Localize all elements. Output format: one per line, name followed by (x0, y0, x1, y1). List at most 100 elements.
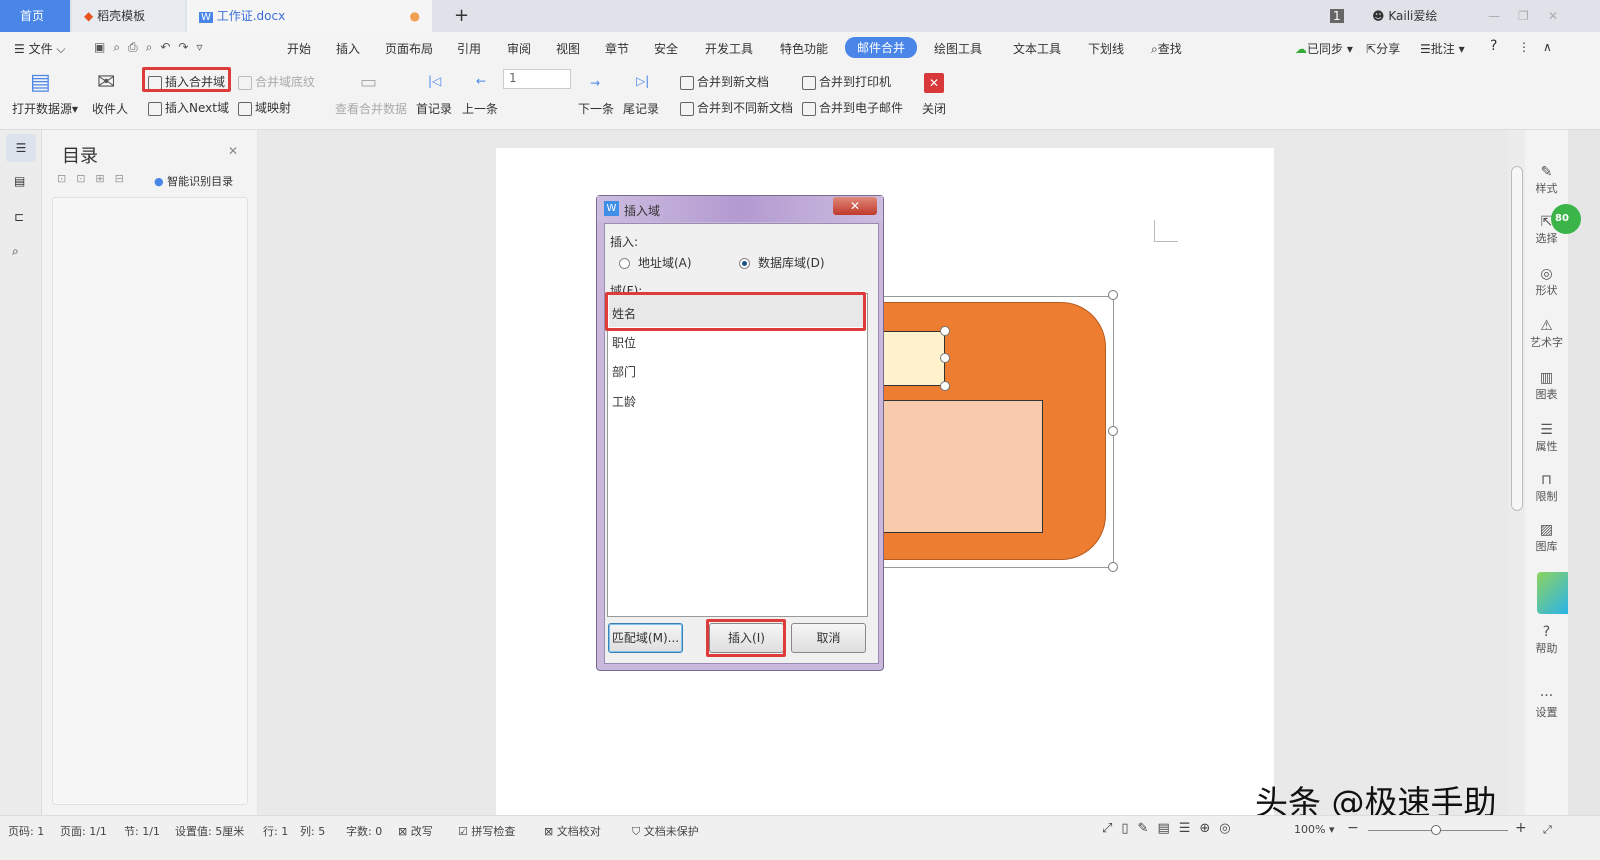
field-item[interactable]: 部门 (612, 363, 636, 380)
merge-to-new-doc-button[interactable]: 合并到新文档 (680, 73, 769, 90)
status-words[interactable]: 字数: 0 (346, 823, 382, 839)
fields-list[interactable]: 姓名 职位 部门 工龄 (607, 293, 868, 617)
sidebar-shapes[interactable]: ◎ 形状 (1525, 266, 1568, 298)
radio-database-field[interactable]: 数据库域(D) (739, 254, 825, 271)
protection-status[interactable]: ⛉ 文档未保护 (632, 823, 699, 839)
tab-home[interactable]: 首页 (0, 0, 70, 32)
close-window-button[interactable]: ✕ (1548, 0, 1558, 32)
cancel-button[interactable]: 取消 (791, 623, 866, 653)
unsaved-dot-icon: ● (409, 9, 420, 23)
sidebar-help[interactable]: ? 帮助 (1525, 624, 1568, 656)
toc-panel: 目录 ✕ ⊡⊡⊞⊟ ● 智能识别目录 (42, 130, 257, 815)
open-data-source-button[interactable]: 打开数据源▾ (12, 100, 78, 117)
sidebar-properties[interactable]: ☰ 属性 (1525, 422, 1568, 454)
zoom-slider-thumb[interactable] (1431, 825, 1441, 835)
app-promo-icon[interactable] (1537, 572, 1568, 614)
prev-record-button[interactable]: 上一条 (462, 100, 498, 117)
insert-next-field-button[interactable]: 插入Next域 (148, 99, 229, 116)
zoom-out-button[interactable]: − (1347, 820, 1359, 836)
view-merged-data-button[interactable]: 查看合并数据 (335, 100, 407, 117)
merge-to-printer-button[interactable]: 合并到打印机 (802, 73, 891, 90)
tab-label: 工作证.docx (216, 9, 286, 23)
sidebar-gallery[interactable]: ▨ 图库 (1525, 522, 1568, 554)
merge-to-different-docs-button[interactable]: 合并到不同新文档 (680, 99, 793, 116)
menu-view[interactable]: 视图 (556, 40, 580, 57)
resize-handle[interactable] (1108, 562, 1118, 572)
resize-handle[interactable] (940, 381, 950, 391)
radio-address-field[interactable]: 地址域(A) (619, 254, 692, 271)
resize-handle[interactable] (940, 353, 950, 363)
share-button[interactable]: ⇱分享 (1366, 40, 1400, 57)
sidebar-chart[interactable]: ▥ 图表 (1525, 370, 1568, 402)
new-tab-button[interactable]: + (442, 0, 469, 32)
scrollbar-thumb[interactable] (1511, 166, 1523, 511)
merge-field-shading-button[interactable]: 合并域底纹 (238, 73, 315, 90)
pages-icon[interactable]: ▤ (14, 174, 25, 188)
field-item[interactable]: 职位 (612, 334, 636, 351)
restore-button[interactable]: ❐ (1518, 0, 1529, 32)
resize-handle[interactable] (1108, 426, 1118, 436)
next-record-button[interactable]: 下一条 (578, 100, 614, 117)
menu-mail-merge[interactable]: 邮件合并 (845, 37, 918, 58)
vertical-scrollbar[interactable] (1508, 130, 1525, 815)
last-record-button[interactable]: 尾记录 (623, 100, 659, 117)
resize-handle[interactable] (1108, 290, 1118, 300)
overwrite-toggle[interactable]: ⊠ 改写 (398, 823, 433, 839)
collapse-ribbon-icon[interactable]: ∧ (1543, 40, 1552, 54)
menu-start[interactable]: 开始 (287, 40, 311, 57)
close-panel-icon[interactable]: ✕ (228, 144, 238, 158)
menu-security[interactable]: 安全 (654, 40, 678, 57)
menu-layout[interactable]: 页面布局 (385, 40, 433, 57)
sidebar-restrict[interactable]: ⊓ 限制 (1525, 472, 1568, 504)
spell-check-button[interactable]: ☑ 拼写检查 (458, 823, 515, 839)
label: 帮助 (1535, 642, 1558, 655)
fit-window-icon[interactable]: ⤢ (1543, 823, 1552, 837)
score-badge[interactable]: 80 (1551, 204, 1581, 234)
menu-insert[interactable]: 插入 (336, 40, 360, 57)
search-icon: ⌕ (1151, 42, 1158, 56)
merge-to-email-button[interactable]: 合并到电子邮件 (802, 99, 903, 116)
menu-features[interactable]: 特色功能 (780, 40, 828, 57)
tab-document[interactable]: W 工作证.docx ● (187, 0, 432, 32)
bookmark-icon[interactable]: ⊏ (14, 210, 24, 224)
close-mail-merge-button[interactable]: 关闭 (922, 100, 946, 117)
menu-chapter[interactable]: 章节 (605, 40, 629, 57)
menu-developer[interactable]: 开发工具 (705, 40, 753, 57)
field-item[interactable]: 工龄 (612, 393, 636, 410)
sync-button[interactable]: ☁已同步 ▾ (1295, 40, 1353, 57)
sidebar-settings[interactable]: ··· 设置 (1525, 688, 1568, 720)
zoom-level[interactable]: 100% ▾ (1294, 823, 1334, 836)
comment-button[interactable]: ☰批注 ▾ (1420, 40, 1465, 57)
first-record-button[interactable]: 首记录 (416, 100, 452, 117)
resize-handle[interactable] (940, 326, 950, 336)
dialog-close-button[interactable]: ✕ (833, 197, 877, 215)
status-page[interactable]: 页码: 1 (8, 823, 44, 839)
toc-icon[interactable]: ☰ (6, 134, 36, 162)
menu-review[interactable]: 审阅 (507, 40, 531, 57)
zoom-in-button[interactable]: + (1515, 820, 1527, 836)
more-icon[interactable]: ⋮ (1518, 40, 1530, 54)
smart-toc-button[interactable]: ● 智能识别目录 (154, 173, 233, 189)
quick-access-icons[interactable]: ▣⌕⎙⌕↶↷▿ (94, 40, 211, 55)
find-icon[interactable]: ⌕ (12, 244, 19, 259)
view-mode-icons[interactable]: ⤢▯✎▤☰⊕◎ (1102, 821, 1240, 836)
field-mapping-button[interactable]: 域映射 (238, 99, 291, 116)
toc-level-buttons[interactable]: ⊡⊡⊞⊟ (57, 172, 134, 185)
search-button[interactable]: ⌕查找 (1151, 40, 1182, 57)
help-button[interactable]: ? (1490, 38, 1497, 54)
sidebar-wordart[interactable]: ⚠ 艺术字 (1525, 318, 1568, 350)
recipients-button[interactable]: 收件人 (92, 100, 128, 117)
user-account[interactable]: ☻ Kaili爱绘 (1372, 0, 1437, 32)
minimize-button[interactable]: — (1488, 0, 1500, 32)
menu-references[interactable]: 引用 (457, 40, 481, 57)
menu-underline[interactable]: 下划线 (1088, 40, 1124, 57)
label: 打开数据源 (12, 102, 73, 116)
tab-templates[interactable]: ◆ 稻壳模板 (72, 0, 185, 32)
match-fields-button[interactable]: 匹配域(M)... (608, 623, 683, 653)
menu-drawing-tools[interactable]: 绘图工具 (934, 40, 982, 57)
proofread-button[interactable]: ⊠ 文档校对 (544, 823, 601, 839)
menu-text-tools[interactable]: 文本工具 (1013, 40, 1061, 57)
record-number-input[interactable]: 1 (503, 69, 571, 89)
sidebar-style[interactable]: ✎ 样式 (1525, 164, 1568, 196)
file-menu[interactable]: ☰ 文件 ⌵ (14, 40, 66, 57)
